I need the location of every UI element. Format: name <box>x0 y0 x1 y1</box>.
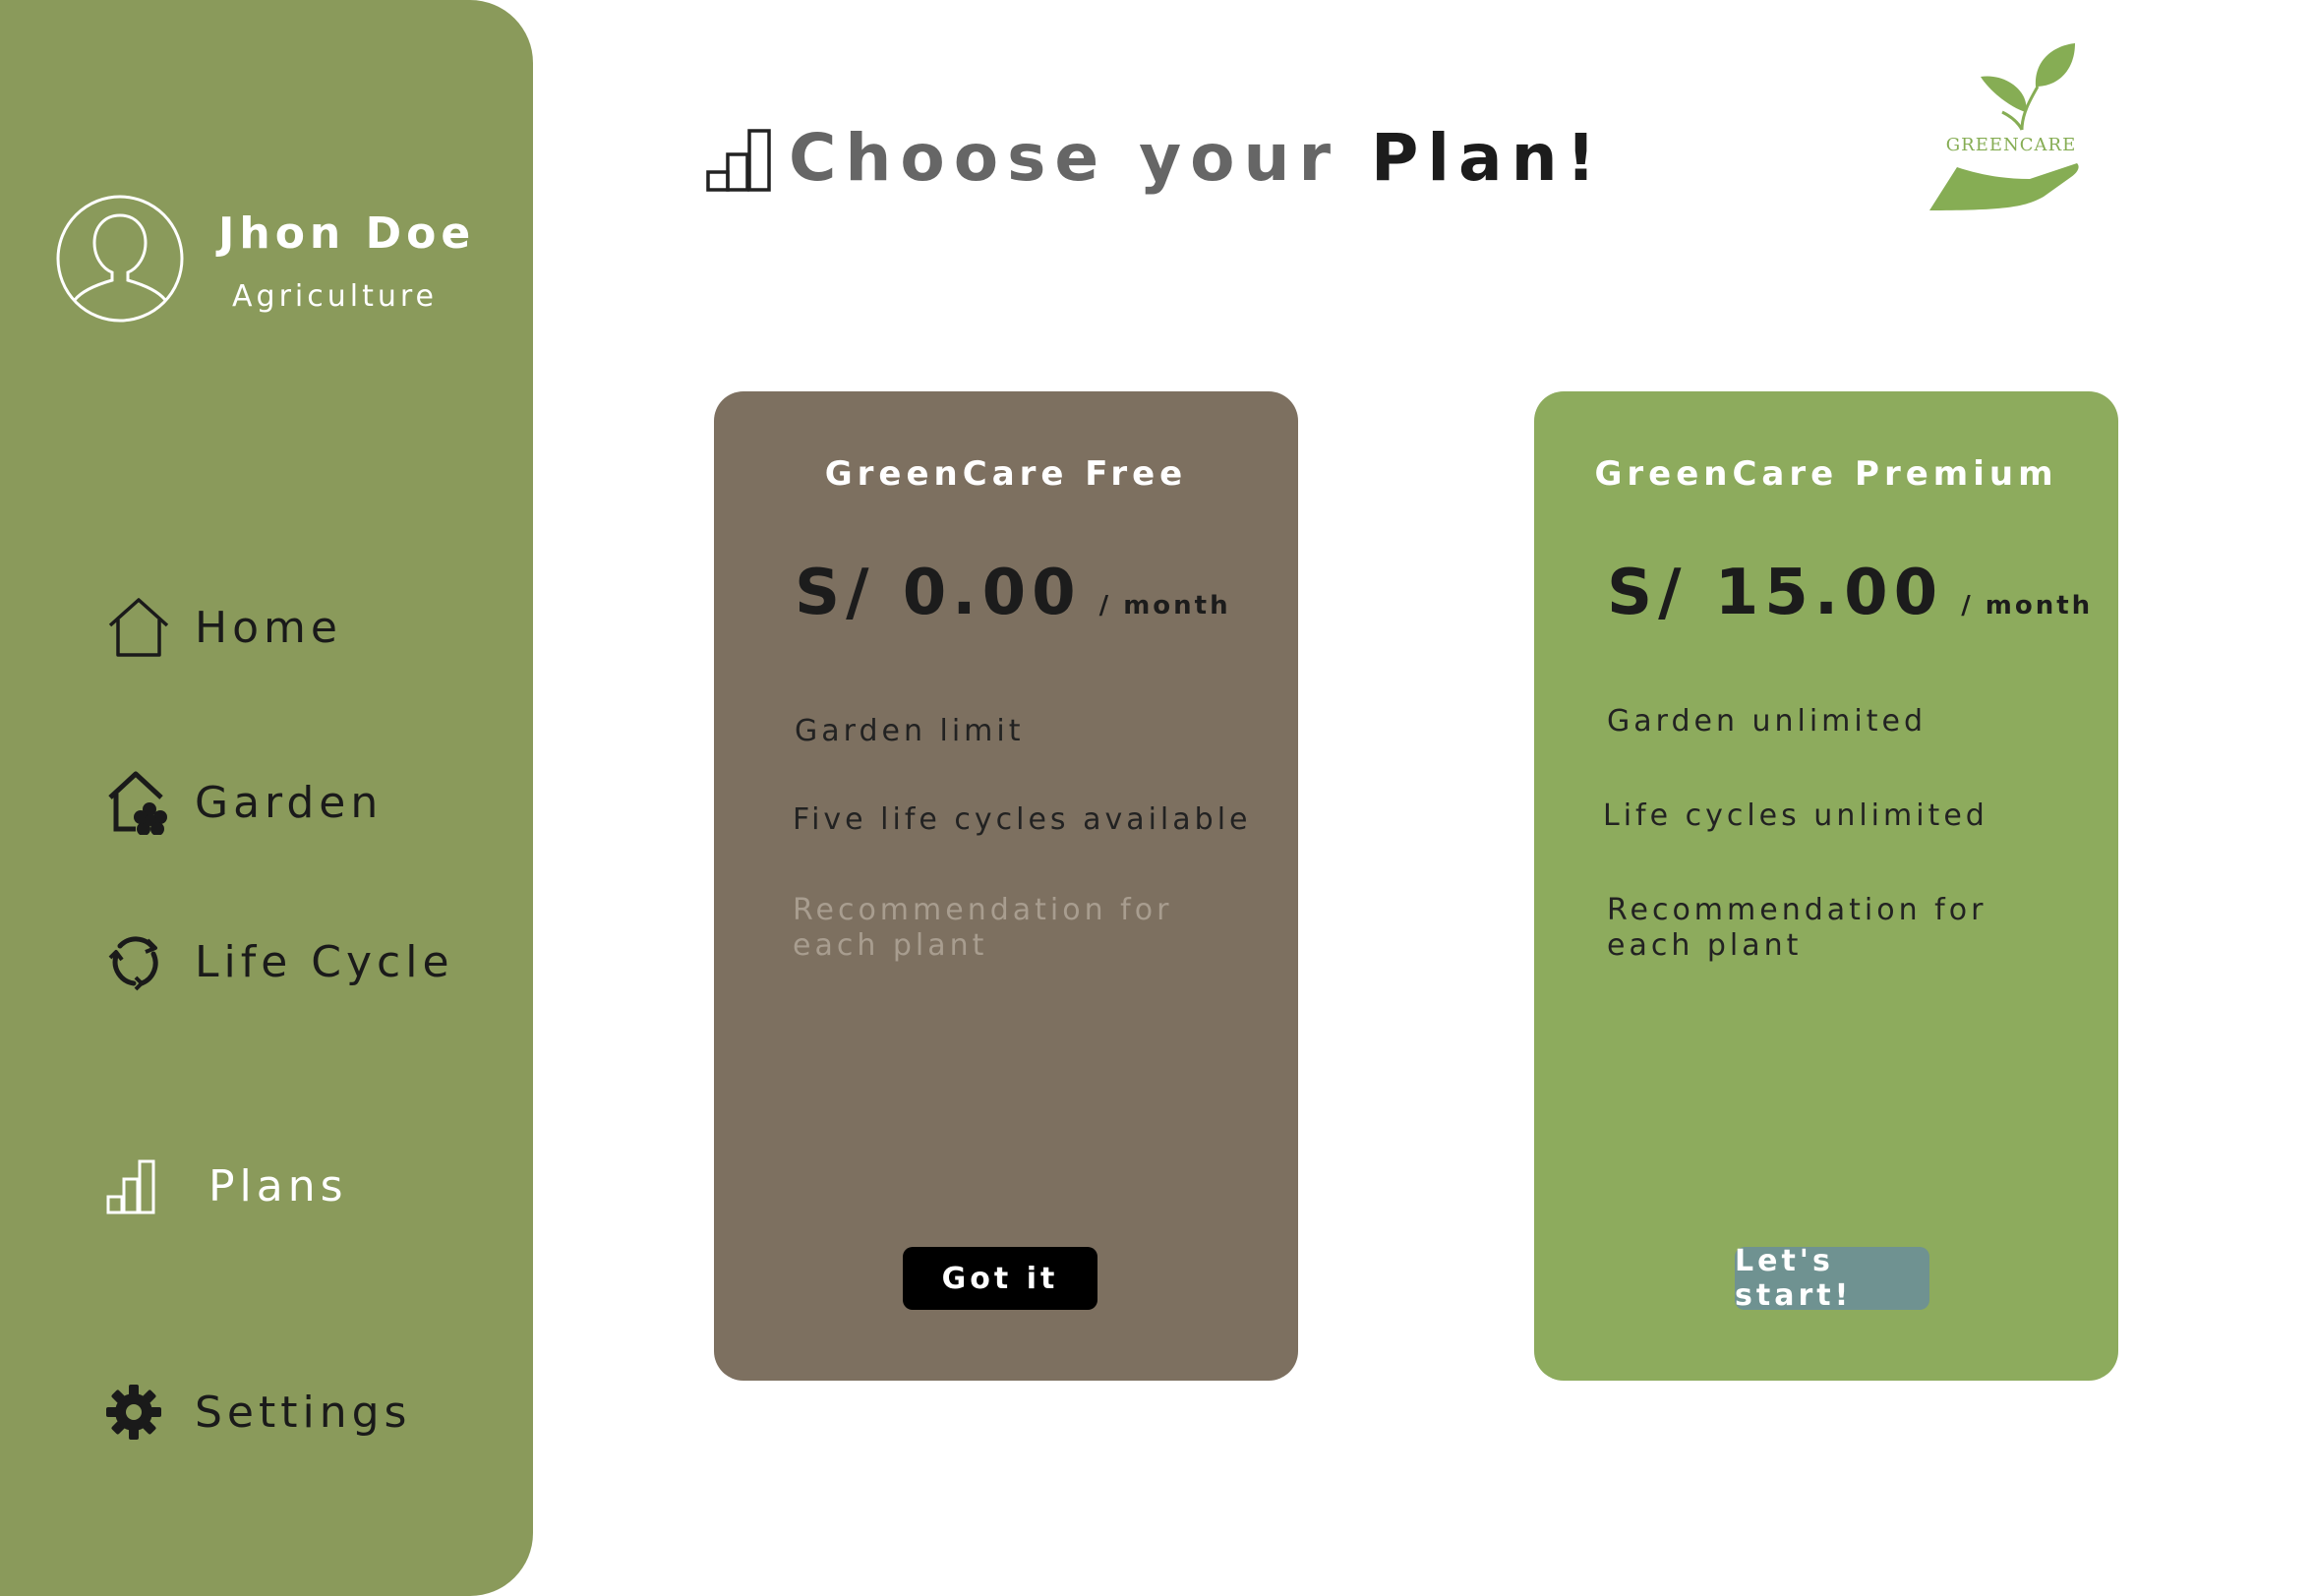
plan-name: GreenCare Premium <box>1594 454 2058 494</box>
sidebar-item-label: Life Cycle <box>195 936 454 987</box>
plan-feature: Garden limit <box>795 714 1025 748</box>
sidebar-item-settings[interactable]: Settings <box>106 1379 411 1446</box>
got-it-button[interactable]: Got it <box>903 1247 1097 1310</box>
sidebar: Jhon Doe Agriculture Home Garden Life Cy… <box>0 0 533 1596</box>
logo-text: GREENCARE <box>1945 135 2077 155</box>
plan-name: GreenCare Free <box>824 454 1188 494</box>
greencare-logo-icon <box>1929 43 2079 210</box>
sidebar-item-label: Garden <box>195 777 384 828</box>
bar-chart-icon <box>106 1153 173 1219</box>
user-role: Agriculture <box>232 279 438 314</box>
plan-feature-unavailable: Recommendation for each plant <box>793 893 1173 963</box>
plan-price: S/ 15.00 / month <box>1607 557 2093 629</box>
plan-feature: Garden unlimited <box>1607 704 1928 739</box>
plan-feature: Recommendation for each plant <box>1607 893 1987 963</box>
page-title-part2: Plan! <box>1371 120 1605 196</box>
page-title-part1: Choose your <box>789 120 1340 196</box>
plan-price: S/ 0.00 / month <box>795 557 1231 629</box>
plan-card-premium <box>1534 391 2118 1381</box>
plan-card-free <box>714 391 1298 1381</box>
plan-price-amount: S/ 15.00 <box>1607 557 1944 629</box>
plan-feature: Life cycles unlimited <box>1603 798 1988 833</box>
plan-price-period: / month <box>1098 591 1231 621</box>
garden-house-icon <box>106 769 173 836</box>
gear-icon <box>106 1379 173 1446</box>
user-name: Jhon Doe <box>218 208 476 259</box>
sidebar-item-life-cycle[interactable]: Life Cycle <box>106 928 454 995</box>
cycle-icon <box>106 928 173 995</box>
home-icon <box>106 594 173 661</box>
sidebar-item-home[interactable]: Home <box>106 594 342 661</box>
sidebar-item-label: Plans <box>208 1160 348 1212</box>
sidebar-item-label: Settings <box>195 1387 412 1438</box>
page-title: Choose your Plan! <box>704 120 1605 196</box>
plan-price-amount: S/ 0.00 <box>795 557 1082 629</box>
user-avatar-icon[interactable] <box>55 194 185 324</box>
lets-start-button[interactable]: Let's start! <box>1735 1244 1929 1313</box>
plan-feature: Five life cycles available <box>793 802 1252 837</box>
sidebar-item-plans[interactable]: Plans <box>106 1153 348 1219</box>
bar-chart-icon <box>706 128 771 192</box>
sidebar-item-garden[interactable]: Garden <box>106 769 383 836</box>
sidebar-item-label: Home <box>195 602 342 653</box>
plan-price-period: / month <box>1961 591 2094 621</box>
